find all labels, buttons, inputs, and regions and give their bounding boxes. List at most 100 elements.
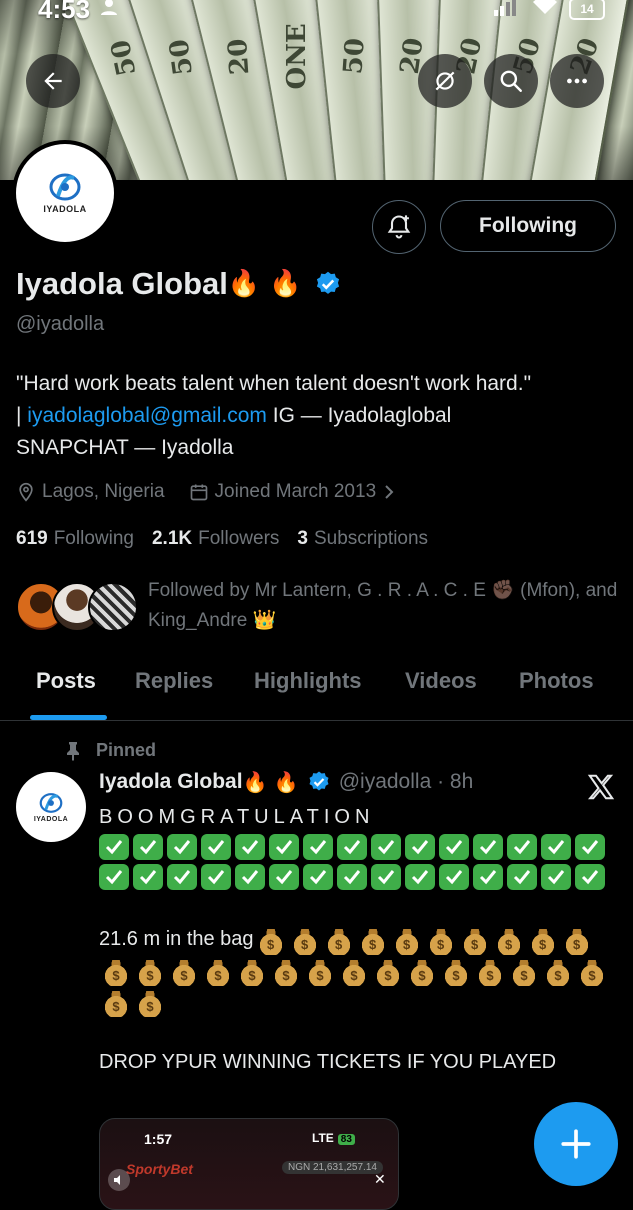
checkmark-emoji-row xyxy=(99,834,619,894)
status-bar: 4:53 14 xyxy=(0,0,633,26)
iyadola-logo-icon xyxy=(39,792,63,813)
money-bag-emoji-icon: $ xyxy=(360,929,385,955)
money-bag-emoji-icon: $ xyxy=(512,960,536,986)
check-mark-emoji-icon xyxy=(371,834,401,860)
check-mark-emoji-icon xyxy=(167,864,197,890)
search-button[interactable] xyxy=(484,54,538,108)
check-mark-emoji-icon xyxy=(507,864,537,890)
profile-avatar[interactable]: IYADOLA xyxy=(12,140,118,246)
post-body: BOOMGRATULATION 21.6 m in the bag $ $ $ $ $ $ $… xyxy=(99,802,619,1077)
following-button[interactable]: Following xyxy=(440,200,616,252)
money-bag-emoji-icon: $ xyxy=(258,929,283,955)
notifications-button[interactable] xyxy=(372,200,426,254)
battery-indicator: 14 xyxy=(569,0,605,20)
media-balance: NGN 21,631,257.14 xyxy=(282,1161,383,1174)
money-bag-emoji-icon: $ xyxy=(530,929,555,955)
check-mark-emoji-icon xyxy=(473,864,503,890)
followers-count-link[interactable]: 2.1K Followers xyxy=(152,528,279,550)
check-mark-emoji-icon xyxy=(99,834,129,860)
followers-count: 2.1K xyxy=(151,528,193,549)
compose-post-button[interactable] xyxy=(534,1102,618,1186)
joined-text: Joined March 2013 xyxy=(214,481,377,502)
media-time: 1:57 xyxy=(144,1131,173,1147)
money-bag-emoji-icon: $ xyxy=(496,929,521,955)
check-mark-emoji-icon xyxy=(133,864,163,890)
following-count-link[interactable]: 619 Following xyxy=(16,528,134,550)
money-bag-emoji-icon: $ xyxy=(444,960,468,986)
tab-posts[interactable]: Posts xyxy=(36,668,96,694)
check-mark-emoji-icon xyxy=(405,864,435,890)
iyadola-logo-icon xyxy=(49,173,81,201)
verified-badge-icon[interactable] xyxy=(314,270,342,298)
back-button[interactable] xyxy=(26,54,80,108)
pin-icon xyxy=(67,741,79,761)
post-line-2-text: 21.6 m in the bag xyxy=(99,928,254,950)
check-mark-emoji-icon xyxy=(133,834,163,860)
check-mark-emoji-icon xyxy=(235,864,265,890)
following-count: 619 xyxy=(16,528,48,549)
money-bag-emoji-icon: $ xyxy=(410,960,434,986)
media-network-text: LTE xyxy=(312,1131,334,1145)
logo-text: IYADOLA xyxy=(43,204,87,214)
check-mark-emoji-icon xyxy=(337,864,367,890)
check-mark-emoji-icon xyxy=(439,834,469,860)
more-horizontal-icon xyxy=(567,78,587,84)
more-options-button[interactable] xyxy=(550,54,604,108)
tab-videos[interactable]: Videos xyxy=(405,668,477,694)
check-mark-emoji-icon xyxy=(541,864,571,890)
location-text: Lagos, Nigeria xyxy=(42,481,165,502)
check-mark-emoji-icon xyxy=(303,834,333,860)
bio-line-1: "Hard work beats talent when talent does… xyxy=(16,372,532,395)
bio-separator: | xyxy=(16,404,28,427)
check-mark-emoji-icon xyxy=(201,834,231,860)
joined-date[interactable]: Joined March 2013 xyxy=(189,481,403,503)
check-mark-emoji-icon xyxy=(371,864,401,890)
money-bag-emoji-icon: $ xyxy=(104,991,128,1017)
check-mark-emoji-icon xyxy=(473,834,503,860)
subscriptions-label: Subscriptions xyxy=(314,528,429,549)
money-bag-emoji-icon: $ xyxy=(580,960,604,986)
tab-photos[interactable]: Photos xyxy=(519,668,594,694)
check-mark-emoji-icon xyxy=(99,864,129,890)
tab-highlights[interactable]: Highlights xyxy=(254,668,362,694)
check-mark-emoji-icon xyxy=(269,864,299,890)
post-media[interactable]: 1:57 LTE 83 SportyBet NGN 21,631,257.14 ✕ xyxy=(99,1118,399,1210)
check-mark-emoji-icon xyxy=(167,834,197,860)
followed-by-text: Followed by Mr Lantern, G . R . A . C . … xyxy=(148,580,618,631)
profile-stats: 619 Following 2.1K Followers 3 Subscription… xyxy=(16,528,446,550)
bio-instagram: IG — Iyadolaglobal xyxy=(266,404,452,427)
person-icon xyxy=(100,0,118,21)
bell-plus-icon xyxy=(387,215,411,239)
search-icon xyxy=(500,70,522,92)
signal-icon xyxy=(494,0,516,21)
following-label: Following xyxy=(53,528,134,549)
check-mark-emoji-icon xyxy=(575,834,605,860)
post-fire-emoji: 🔥 🔥 xyxy=(242,770,299,794)
fire-emoji: 🔥 🔥 xyxy=(227,269,302,299)
followers-label: Followers xyxy=(198,528,280,549)
subscriptions-count-link[interactable]: 3 Subscriptions xyxy=(297,528,428,550)
followed-by[interactable]: Followed by Mr Lantern, G . R . A . C . … xyxy=(16,580,621,634)
post-line-1: BOOMGRATULATION xyxy=(99,806,375,828)
money-bag-emoji-icon: $ xyxy=(376,960,400,986)
money-bag-emoji-icon: $ xyxy=(292,929,317,955)
display-name: Iyadola Global 🔥 🔥 xyxy=(16,266,342,302)
media-brand: SportyBet xyxy=(126,1161,193,1177)
profile-meta: Lagos, Nigeria Joined March 2013 xyxy=(16,478,426,506)
check-mark-emoji-icon xyxy=(303,864,333,890)
sound-icon[interactable] xyxy=(108,1169,130,1191)
tab-replies[interactable]: Replies xyxy=(135,668,213,694)
bio-email-link[interactable]: iyadolaglobal@gmail.com xyxy=(27,404,267,427)
post-author-name[interactable]: Iyadola Global xyxy=(99,770,243,794)
money-bag-emoji-icon: $ xyxy=(564,929,589,955)
money-bag-emoji-icon: $ xyxy=(342,960,366,986)
check-mark-emoji-icon xyxy=(405,834,435,860)
post-author-avatar[interactable]: IYADOLA xyxy=(16,772,86,842)
close-icon[interactable]: ✕ xyxy=(374,1171,386,1188)
money-bag-emoji-icon: $ xyxy=(326,929,351,955)
avatar-logo: IYADOLA xyxy=(16,144,114,242)
money-bag-emoji-icon: $ xyxy=(240,960,264,986)
check-mark-emoji-icon xyxy=(575,864,605,890)
grok-button[interactable] xyxy=(418,54,472,108)
money-bag-emoji-icon: $ xyxy=(206,960,230,986)
